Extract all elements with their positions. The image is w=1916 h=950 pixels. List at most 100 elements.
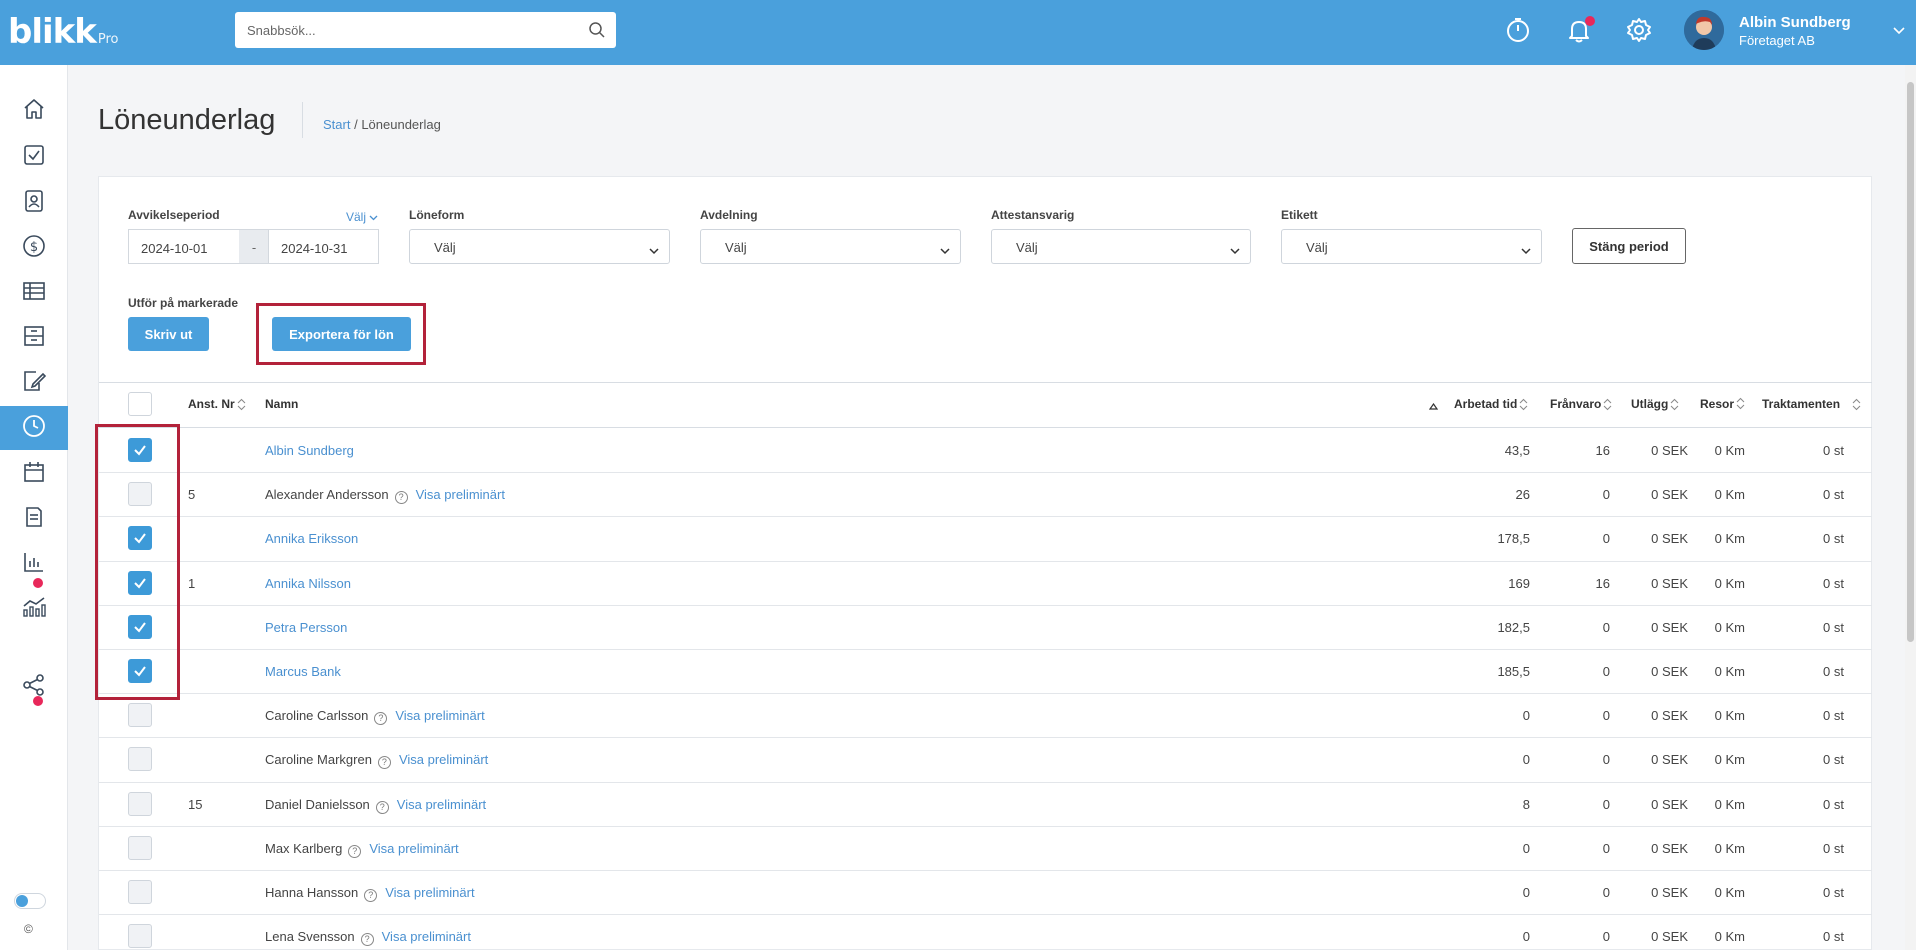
employee-link[interactable]: Albin Sundberg (265, 443, 354, 458)
col-arbetad-tid[interactable]: Arbetad tid (1454, 397, 1528, 411)
cell-franvaro: 0 (1602, 797, 1610, 812)
sidebar-item-home[interactable] (0, 89, 68, 133)
employee-link[interactable]: Annika Eriksson (265, 531, 358, 546)
etikett-select[interactable]: Välj (1281, 229, 1542, 264)
gear-icon[interactable] (1625, 16, 1655, 46)
sort-icon (1519, 399, 1528, 411)
show-preliminary-link[interactable]: Visa preliminärt (416, 487, 505, 502)
help-icon[interactable]: ? (374, 712, 388, 725)
cell-traktamenten: 0 st (1823, 664, 1844, 679)
help-icon[interactable]: ? (360, 933, 374, 946)
period-pick-link[interactable]: Välj (346, 210, 378, 224)
cell-franvaro: 0 (1602, 620, 1610, 635)
help-icon[interactable]: ? (394, 491, 408, 504)
bar-chart-icon (22, 550, 46, 579)
employee-name: Caroline Markgren (265, 752, 372, 767)
selection-highlight (95, 424, 180, 700)
breadcrumb-start-link[interactable]: Start (323, 117, 350, 132)
help-icon[interactable]: ? (364, 889, 378, 902)
stopwatch-icon[interactable] (1504, 16, 1534, 46)
chevron-down-icon[interactable] (1893, 22, 1905, 40)
help-icon[interactable]: ? (348, 845, 362, 858)
date-from-input[interactable]: 2024-10-01 (128, 229, 240, 264)
row-checkbox[interactable] (128, 792, 152, 816)
row-checkbox[interactable] (128, 836, 152, 860)
select-all-checkbox[interactable] (128, 392, 152, 416)
col-franvaro[interactable]: Frånvaro (1550, 397, 1612, 411)
help-icon[interactable]: ? (375, 801, 389, 814)
col-anst-nr[interactable]: Anst. Nr (188, 397, 246, 411)
show-preliminary-link[interactable]: Visa preliminärt (369, 841, 458, 856)
sort-up-icon[interactable] (1428, 398, 1439, 416)
cell-utlagg: 0 SEK (1651, 620, 1688, 635)
cell-franvaro: 0 (1602, 929, 1610, 944)
avdelning-select[interactable]: Välj (700, 229, 961, 264)
attest-select[interactable]: Välj (991, 229, 1251, 264)
theme-toggle[interactable] (14, 893, 46, 909)
integrations-badge (33, 696, 43, 706)
col-namn[interactable]: Namn (265, 397, 298, 411)
scrollbar-thumb[interactable] (1907, 82, 1914, 642)
cell-name: Lena Svensson? Visa preliminärt (265, 929, 471, 946)
search-box (235, 12, 616, 48)
cell-arbetad-tid: 0 (1522, 752, 1530, 767)
row-checkbox[interactable] (128, 747, 152, 771)
cell-name: Annika Eriksson (265, 531, 358, 546)
cell-resor: 0 Km (1714, 929, 1745, 944)
sidebar-item-time[interactable] (0, 406, 68, 450)
search-input[interactable] (235, 12, 565, 48)
col-resor[interactable]: Resor (1700, 397, 1745, 411)
employee-link[interactable]: Marcus Bank (265, 664, 341, 679)
show-preliminary-link[interactable]: Visa preliminärt (395, 708, 484, 723)
employee-link[interactable]: Annika Nilsson (265, 576, 351, 591)
sidebar-item-calendar[interactable] (0, 452, 68, 496)
sort-icon (1670, 399, 1679, 411)
app-logo[interactable]: blikk Pro (8, 12, 119, 52)
cell-arbetad-tid: 185,5 (1497, 664, 1530, 679)
cell-franvaro: 0 (1602, 885, 1610, 900)
cell-franvaro: 16 (1595, 443, 1610, 458)
sidebar-item-documents[interactable] (0, 361, 68, 405)
avdelning-value: Välj (725, 240, 747, 255)
loneform-select[interactable]: Välj (409, 229, 670, 264)
row-checkbox[interactable] (128, 924, 152, 948)
employee-link[interactable]: Petra Persson (265, 620, 347, 635)
cell-name: Annika Nilsson (265, 576, 351, 591)
user-name[interactable]: Albin Sundberg (1739, 14, 1851, 31)
row-divider (99, 914, 1872, 915)
col-franvaro-label: Frånvaro (1550, 397, 1602, 411)
show-preliminary-link[interactable]: Visa preliminärt (382, 929, 471, 944)
date-to-input[interactable]: 2024-10-31 (268, 229, 379, 264)
chevron-down-icon (1521, 243, 1531, 258)
user-company: Företaget AB (1739, 33, 1815, 48)
show-preliminary-link[interactable]: Visa preliminärt (385, 885, 474, 900)
print-button[interactable]: Skriv ut (128, 317, 209, 351)
help-icon[interactable]: ? (377, 756, 391, 769)
row-checkbox[interactable] (128, 880, 152, 904)
col-utlagg[interactable]: Utlägg (1631, 397, 1679, 411)
analytics-icon (21, 595, 47, 624)
col-traktamenten[interactable]: Traktamenten (1762, 397, 1861, 411)
sidebar-item-economy[interactable]: $ (0, 226, 68, 270)
cell-arbetad-tid: 43,5 (1504, 443, 1530, 458)
sidebar: $ © (0, 65, 68, 950)
cell-resor: 0 Km (1714, 885, 1745, 900)
sidebar-item-contacts[interactable] (0, 181, 68, 225)
row-checkbox[interactable] (128, 703, 152, 727)
col-resor-label: Resor (1700, 397, 1735, 411)
sidebar-item-reports[interactable] (0, 542, 68, 586)
sidebar-item-tasks[interactable] (0, 135, 68, 179)
cell-resor: 0 Km (1714, 487, 1745, 502)
close-period-button[interactable]: Stäng period (1572, 228, 1686, 264)
search-icon[interactable] (588, 21, 606, 44)
sidebar-item-archive[interactable] (0, 316, 68, 360)
sidebar-item-table[interactable] (0, 271, 68, 315)
sidebar-item-analytics[interactable] (0, 587, 68, 631)
date-separator: - (239, 229, 269, 264)
show-preliminary-link[interactable]: Visa preliminärt (397, 797, 486, 812)
sidebar-item-invoices[interactable] (0, 497, 68, 541)
home-icon (22, 97, 46, 126)
show-preliminary-link[interactable]: Visa preliminärt (399, 752, 488, 767)
cell-arbetad-tid: 0 (1522, 708, 1530, 723)
avatar[interactable] (1684, 10, 1724, 50)
